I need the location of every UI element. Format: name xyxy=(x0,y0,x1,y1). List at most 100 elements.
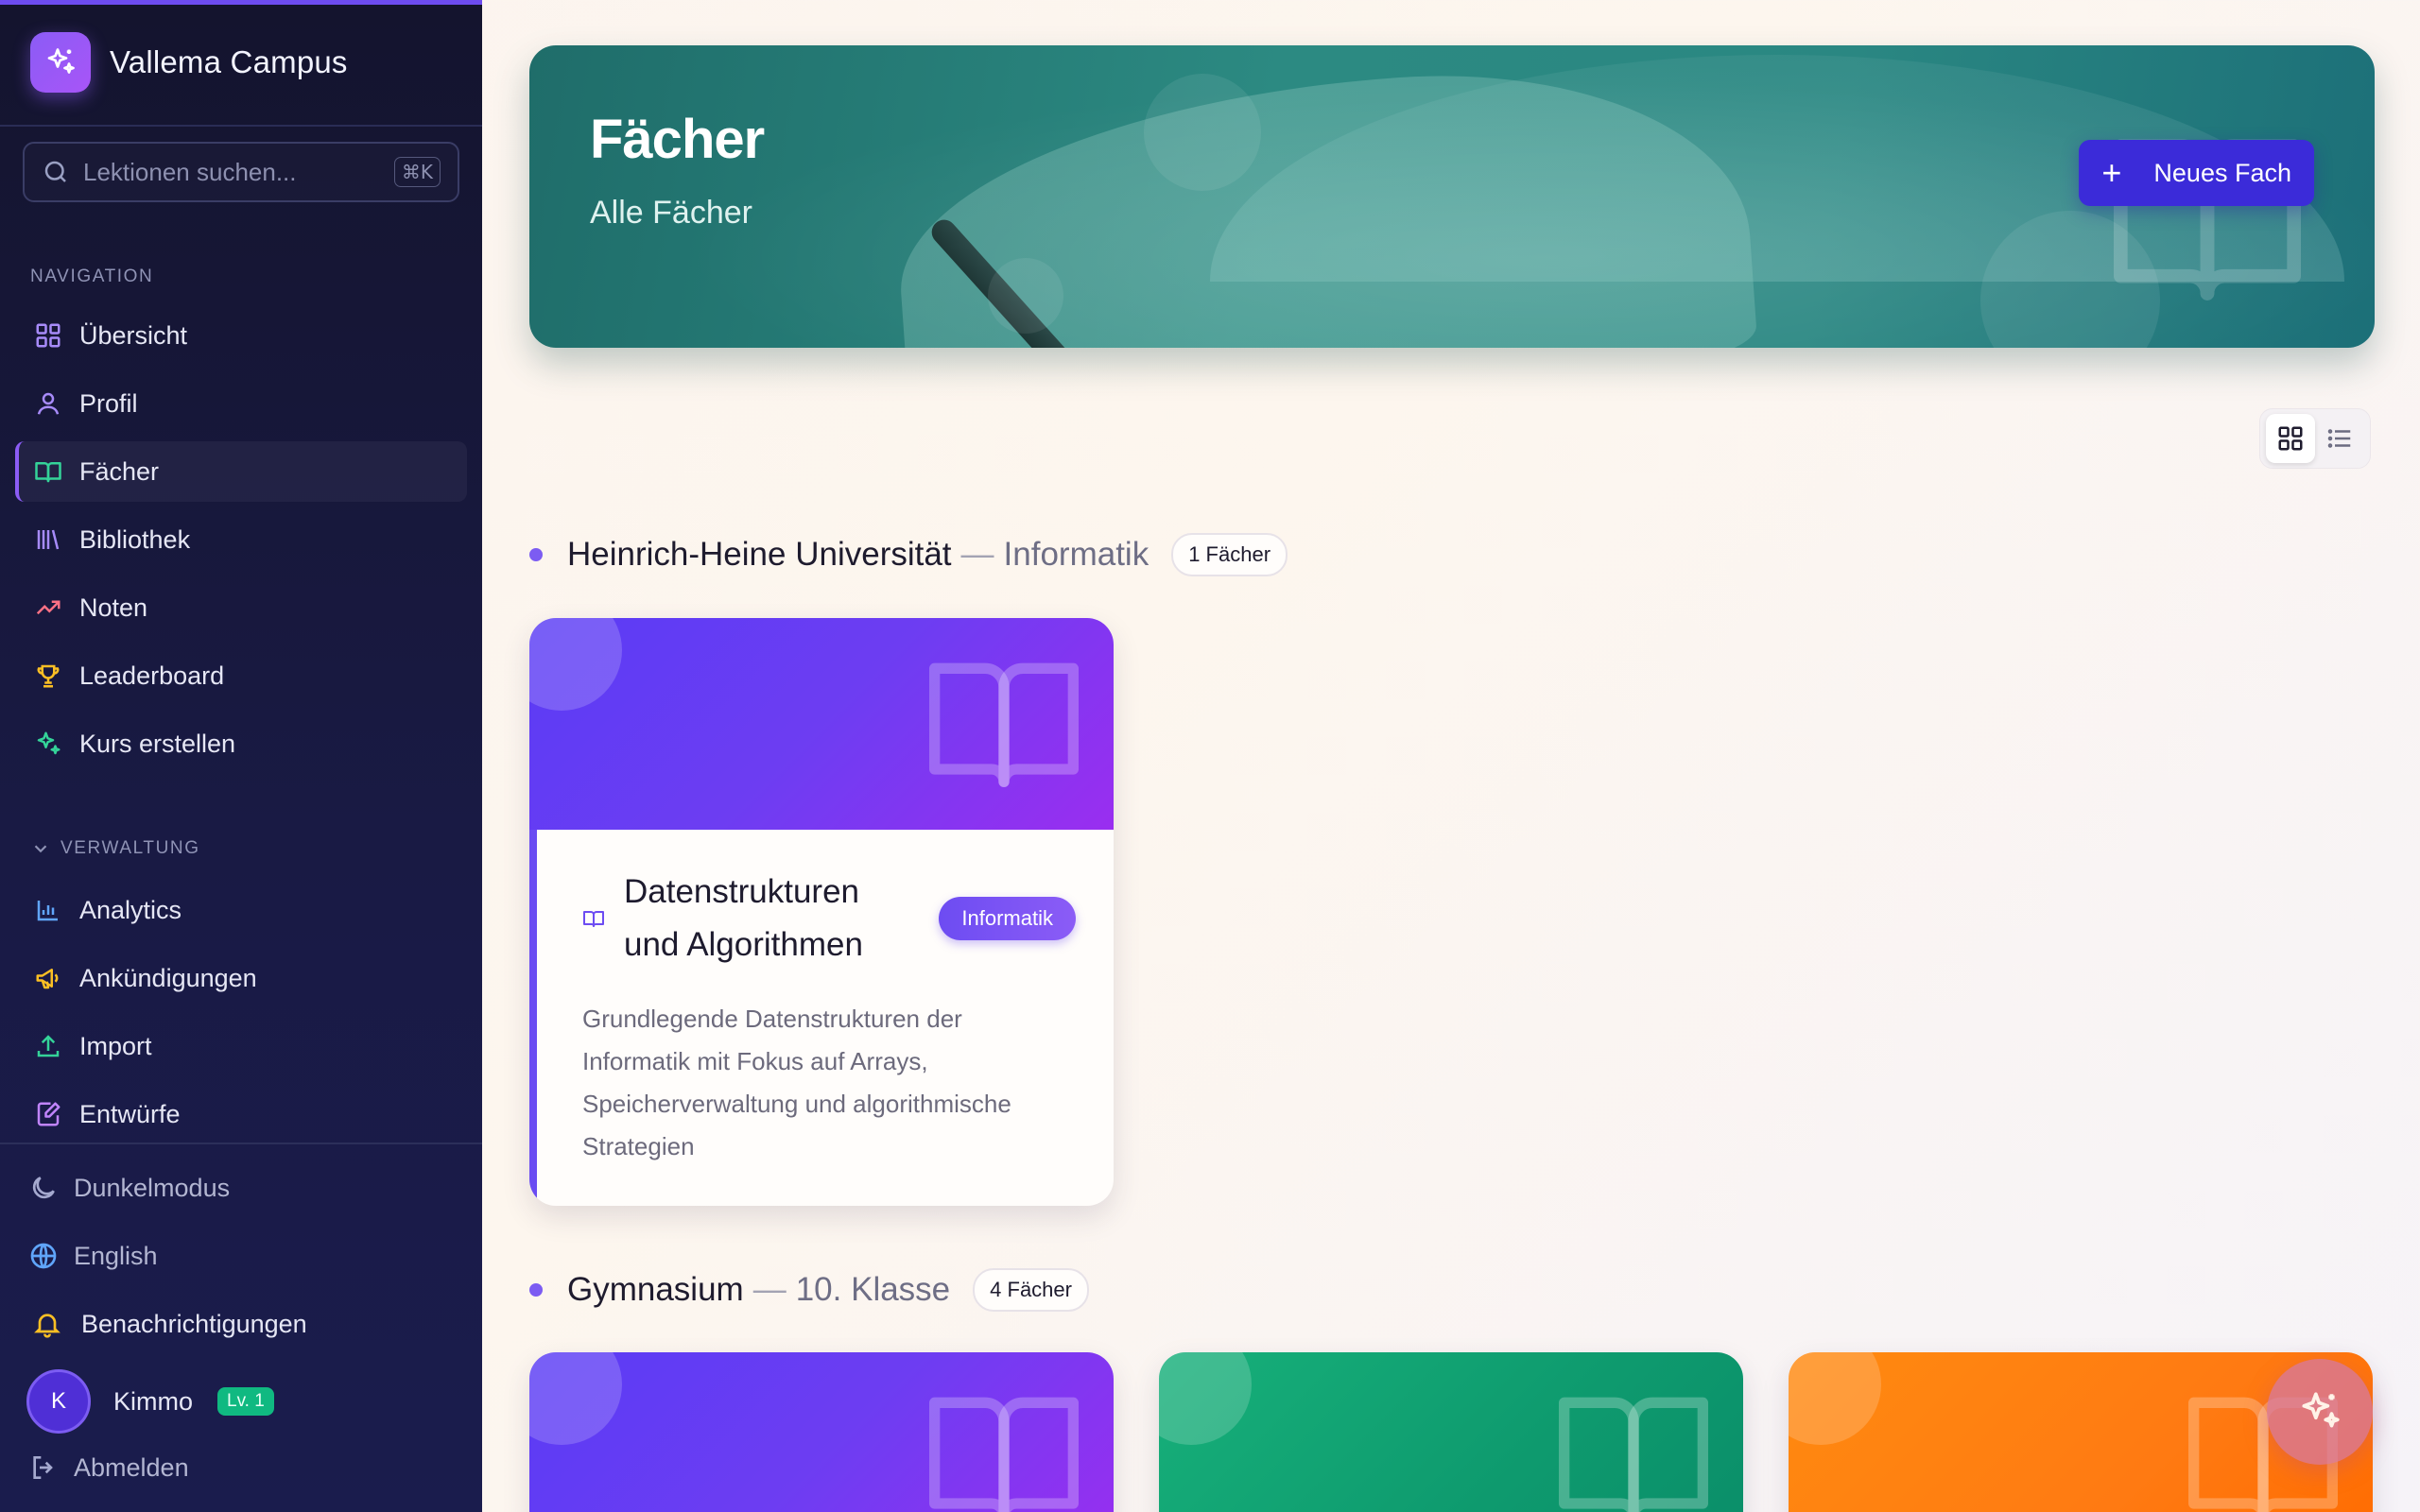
group-header: Gymnasium — 10. Klasse 4 Fächer xyxy=(529,1268,1089,1312)
sidebar-item-leaderboard[interactable]: Leaderboard xyxy=(15,645,467,706)
card-body: Datenstrukturen und Algorithmen Informat… xyxy=(529,830,1114,1206)
decor-circle xyxy=(529,1352,622,1445)
language-switch[interactable]: English xyxy=(28,1229,158,1282)
new-subject-label: Neues Fach xyxy=(2153,158,2291,187)
book-open-icon xyxy=(929,1397,1079,1512)
subject-tag: Informatik xyxy=(939,897,1076,940)
decor-circle xyxy=(1789,1352,1881,1445)
upload-icon xyxy=(32,1030,64,1062)
card-header xyxy=(529,1352,1114,1512)
card-title: Datenstrukturen und Algorithmen xyxy=(624,873,863,963)
group-dot xyxy=(529,548,543,561)
group-subtitle: Informatik xyxy=(1003,536,1150,573)
group-name: Heinrich-Heine Universität xyxy=(567,536,952,573)
shortcut-hint: ⌘K xyxy=(393,157,441,187)
sidebar-item-analytics[interactable]: Analytics xyxy=(15,880,467,940)
brand[interactable]: Vallema Campus xyxy=(30,31,348,94)
moon-icon xyxy=(32,1177,55,1199)
group-name: Gymnasium xyxy=(567,1271,744,1308)
sidebar-item-profile[interactable]: Profil xyxy=(15,373,467,434)
list-view-button[interactable] xyxy=(2315,414,2364,463)
globe-icon xyxy=(30,1243,57,1269)
sidebar-item-label: Entwürfe xyxy=(79,1099,181,1128)
page-title: Fächer xyxy=(590,109,765,170)
sparkles-icon xyxy=(30,32,91,93)
book-open-icon xyxy=(929,662,1079,787)
subject-card[interactable] xyxy=(529,1352,1114,1512)
decor-circle xyxy=(1144,74,1261,191)
admin-section-toggle[interactable]: VERWALTUNG xyxy=(30,838,200,859)
bell-icon xyxy=(34,1314,60,1338)
sidebar-item-subjects[interactable]: Fächer xyxy=(15,441,467,502)
logout-icon xyxy=(33,1456,53,1479)
megaphone-icon xyxy=(32,962,64,994)
sidebar-item-label: Kurs erstellen xyxy=(79,729,236,758)
group-separator: — xyxy=(752,1271,786,1308)
nav-section-label: NAVIGATION xyxy=(30,266,154,286)
admin-section-label: VERWALTUNG xyxy=(60,838,200,858)
trending-up-icon xyxy=(32,592,64,624)
sidebar-item-drafts[interactable]: Entwürfe xyxy=(15,1084,467,1144)
edit-icon xyxy=(32,1098,64,1130)
subject-count-badge: 1 Fächer xyxy=(1171,533,1288,576)
sidebar-item-label: Übersicht xyxy=(79,320,188,350)
book-open-icon xyxy=(32,455,64,488)
sidebar: Vallema Campus Lektionen suchen... ⌘K NA… xyxy=(0,0,482,1512)
list-icon xyxy=(2327,429,2351,448)
plus-icon: + xyxy=(2101,153,2122,192)
new-subject-button[interactable]: + Neues Fach xyxy=(2079,140,2314,206)
user-name: Kimmo xyxy=(113,1386,194,1416)
language-label: English xyxy=(74,1241,158,1270)
sidebar-item-label: Ankündigungen xyxy=(79,963,257,992)
subject-card[interactable]: Datenstrukturen und Algorithmen Informat… xyxy=(529,618,1114,1206)
decor-circle xyxy=(1159,1352,1252,1445)
subject-count-badge: 4 Fächer xyxy=(973,1268,1089,1312)
sidebar-item-label: Profil xyxy=(79,388,138,418)
grid-icon xyxy=(2278,426,2303,451)
sidebar-item-grades[interactable]: Noten xyxy=(15,577,467,638)
sidebar-item-import[interactable]: Import xyxy=(15,1016,467,1076)
group-subtitle: 10. Klasse xyxy=(795,1271,951,1308)
notifications-label: Benachrichtigungen xyxy=(81,1309,307,1338)
user-icon xyxy=(32,387,64,420)
group-dot xyxy=(529,1283,543,1297)
sidebar-item-create-course[interactable]: Kurs erstellen xyxy=(15,713,467,774)
logout-label: Abmelden xyxy=(74,1452,189,1482)
dark-mode-label: Dunkelmodus xyxy=(74,1173,231,1202)
card-header xyxy=(529,618,1114,830)
logout-button[interactable]: Abmelden xyxy=(28,1441,189,1494)
grid-view-button[interactable] xyxy=(2266,414,2315,463)
page-subtitle: Alle Fächer xyxy=(590,195,752,231)
sparkles-icon xyxy=(32,728,64,760)
sidebar-item-label: Analytics xyxy=(79,895,182,924)
sidebar-item-label: Leaderboard xyxy=(79,661,225,690)
dark-mode-toggle[interactable]: Dunkelmodus xyxy=(28,1161,230,1214)
dashboard-icon xyxy=(32,319,64,352)
chevron-down-icon xyxy=(34,845,47,853)
ai-assistant-button[interactable] xyxy=(2267,1359,2373,1465)
divider xyxy=(0,125,482,127)
sparkles-icon xyxy=(2302,1392,2340,1428)
divider xyxy=(0,1143,482,1144)
sidebar-item-announcements[interactable]: Ankündigungen xyxy=(15,948,467,1008)
group-separator: — xyxy=(960,536,994,573)
card-title-row: Datenstrukturen und Algorithmen Informat… xyxy=(582,866,1076,971)
sidebar-item-label: Noten xyxy=(79,593,148,622)
user-profile[interactable]: K Kimmo Lv. 1 xyxy=(26,1369,274,1434)
decor-circle xyxy=(988,258,1063,334)
avatar: K xyxy=(26,1369,91,1434)
sidebar-item-label: Fächer xyxy=(79,456,160,486)
level-badge: Lv. 1 xyxy=(217,1387,274,1416)
book-open-icon xyxy=(583,911,604,927)
search-placeholder: Lektionen suchen... xyxy=(83,157,297,186)
view-toggle xyxy=(2259,408,2371,469)
sidebar-item-overview[interactable]: Übersicht xyxy=(15,305,467,366)
search-input[interactable]: Lektionen suchen... ⌘K xyxy=(23,142,459,202)
notifications-button[interactable]: Benachrichtigungen xyxy=(32,1297,307,1350)
subject-card[interactable] xyxy=(1159,1352,1743,1512)
bar-chart-icon xyxy=(32,894,64,926)
trophy-icon xyxy=(32,660,64,692)
sidebar-item-library[interactable]: Bibliothek xyxy=(15,509,467,570)
sidebar-item-label: Bibliothek xyxy=(79,524,191,554)
sidebar-item-label: Import xyxy=(79,1031,152,1060)
